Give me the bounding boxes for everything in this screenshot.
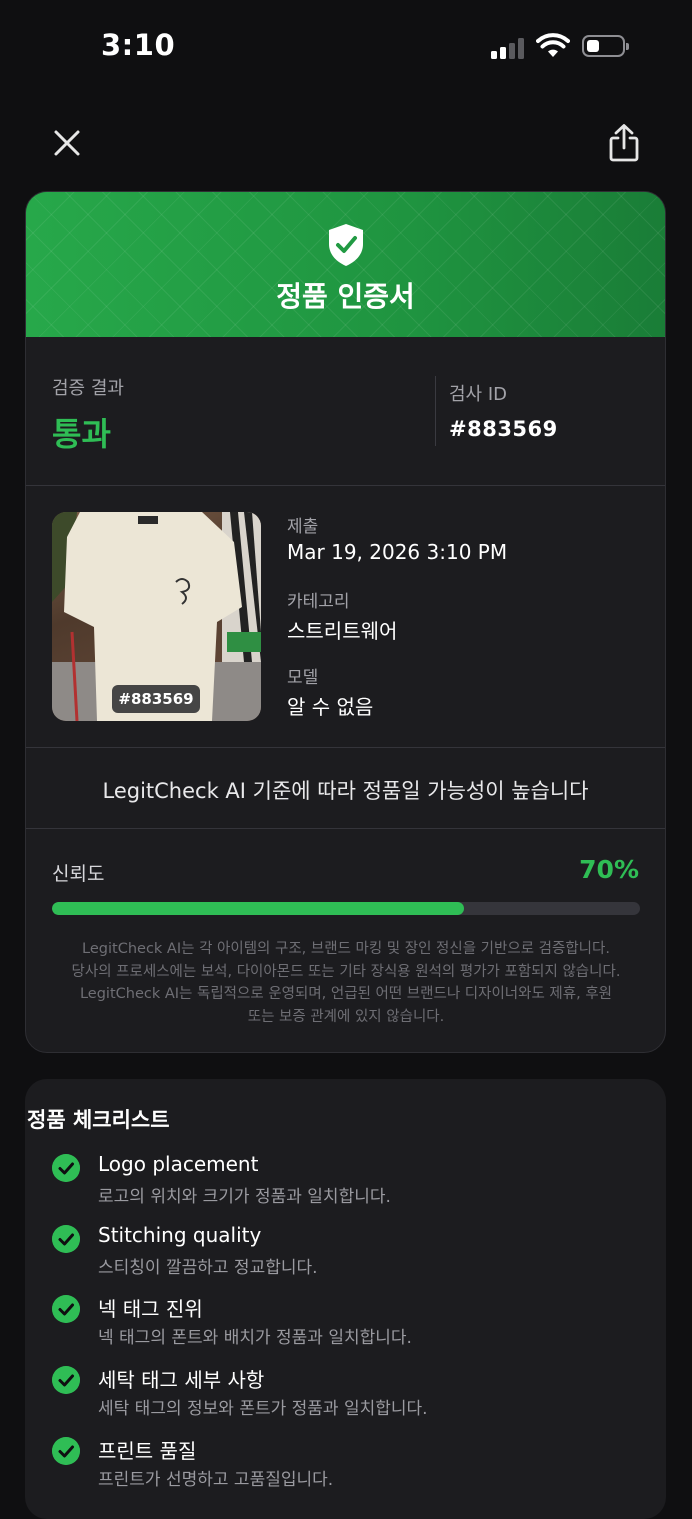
battery-icon xyxy=(582,35,629,57)
certificate-header: 정품 인증서 xyxy=(26,192,665,337)
item-photo[interactable]: #883569 xyxy=(52,512,261,721)
disclaimer-line: 또는 보증 관계에 있지 않습니다. xyxy=(247,1008,445,1025)
status-bar: 3:10 xyxy=(0,0,692,95)
checklist-item-name: 프린트 품질 xyxy=(98,1439,197,1463)
checklist-item-desc: 프린트가 선명하고 고품질입니다. xyxy=(98,1470,334,1490)
close-icon[interactable] xyxy=(50,126,84,160)
confidence-label: 신뢰도 xyxy=(52,863,105,885)
checkmark-icon xyxy=(52,1225,80,1253)
confidence-bar-fill xyxy=(52,902,464,915)
checklist-item-desc: 로고의 위치와 크기가 정품과 일치합니다. xyxy=(98,1187,391,1207)
share-icon[interactable] xyxy=(605,122,643,164)
disclaimer-line: 당사의 프로세스에는 보석, 다이아몬드 또는 기타 장식용 원석의 평가가 포… xyxy=(71,963,621,980)
model-label: 모델 xyxy=(287,668,319,688)
vertical-divider xyxy=(435,376,436,446)
checklist-item-name: 넥 태그 진위 xyxy=(98,1297,203,1321)
checklist-item: 프린트 품질 프린트가 선명하고 고품질입니다. xyxy=(52,1435,652,1495)
confidence-bar xyxy=(52,902,640,915)
checklist-item-name: 세탁 태그 세부 사항 xyxy=(98,1368,265,1392)
checkmark-icon xyxy=(52,1437,80,1465)
checklist-item-desc: 세탁 태그의 정보와 폰트가 정품과 일치합니다. xyxy=(98,1399,428,1419)
checklist-item-desc: 넥 태그의 폰트와 배치가 정품과 일치합니다. xyxy=(98,1328,412,1348)
inspection-id-value: #883569 xyxy=(449,417,558,441)
disclaimer: LegitCheck AI는 각 아이템의 구조, 브랜드 마킹 및 장인 정신… xyxy=(52,938,640,1028)
divider xyxy=(26,485,665,486)
category-label: 카테고리 xyxy=(287,592,350,612)
divider xyxy=(26,828,665,829)
checklist-item-desc: 스티칭이 깔끔하고 정교합니다. xyxy=(98,1258,318,1278)
model-value: 알 수 없음 xyxy=(287,695,374,719)
certificate-title: 정품 인증서 xyxy=(276,280,415,313)
checklist-item: 세탁 태그 세부 사항 세탁 태그의 정보와 폰트가 정품과 일치합니다. xyxy=(52,1364,652,1424)
photo-id-badge: #883569 xyxy=(112,685,200,713)
shield-check-icon xyxy=(329,224,363,266)
ai-statement: LegitCheck AI 기준에 따라 정품일 가능성이 높습니다 xyxy=(102,779,589,803)
checklist-title: 정품 체크리스트 xyxy=(27,1108,170,1132)
inspection-id-label: 검사 ID xyxy=(449,384,508,405)
result-label: 검증 결과 xyxy=(52,378,124,399)
checklist-item-name: Logo placement xyxy=(98,1152,259,1176)
signal-icon xyxy=(491,37,527,59)
confidence-value: 70% xyxy=(579,855,639,884)
category-value: 스트리트웨어 xyxy=(287,619,398,643)
submitted-value: Mar 19, 2026 3:10 PM xyxy=(287,540,508,564)
checkmark-icon xyxy=(52,1366,80,1394)
checklist-item: Stitching quality 스티칭이 깔끔하고 정교합니다. xyxy=(52,1223,652,1283)
disclaimer-line: LegitCheck AI는 각 아이템의 구조, 브랜드 마킹 및 장인 정신… xyxy=(82,941,610,957)
checklist-item: Logo placement 로고의 위치와 크기가 정품과 일치합니다. xyxy=(52,1152,652,1212)
checklist-item: 넥 태그 진위 넥 태그의 폰트와 배치가 정품과 일치합니다. xyxy=(52,1293,652,1353)
status-time: 3:10 xyxy=(101,28,176,62)
disclaimer-line: LegitCheck AI는 독립적으로 운영되며, 언급된 어떤 브랜드나 디… xyxy=(79,986,613,1002)
checkmark-icon xyxy=(52,1154,80,1182)
divider xyxy=(26,747,665,748)
result-value: 통과 xyxy=(52,415,111,453)
submitted-label: 제출 xyxy=(287,517,319,537)
wifi-icon xyxy=(536,33,570,57)
checklist-item-name: Stitching quality xyxy=(98,1223,262,1247)
checkmark-icon xyxy=(52,1295,80,1323)
certificate-card: 정품 인증서 검증 결과 통과 검사 ID #883569 #883569 제출… xyxy=(25,191,666,1053)
